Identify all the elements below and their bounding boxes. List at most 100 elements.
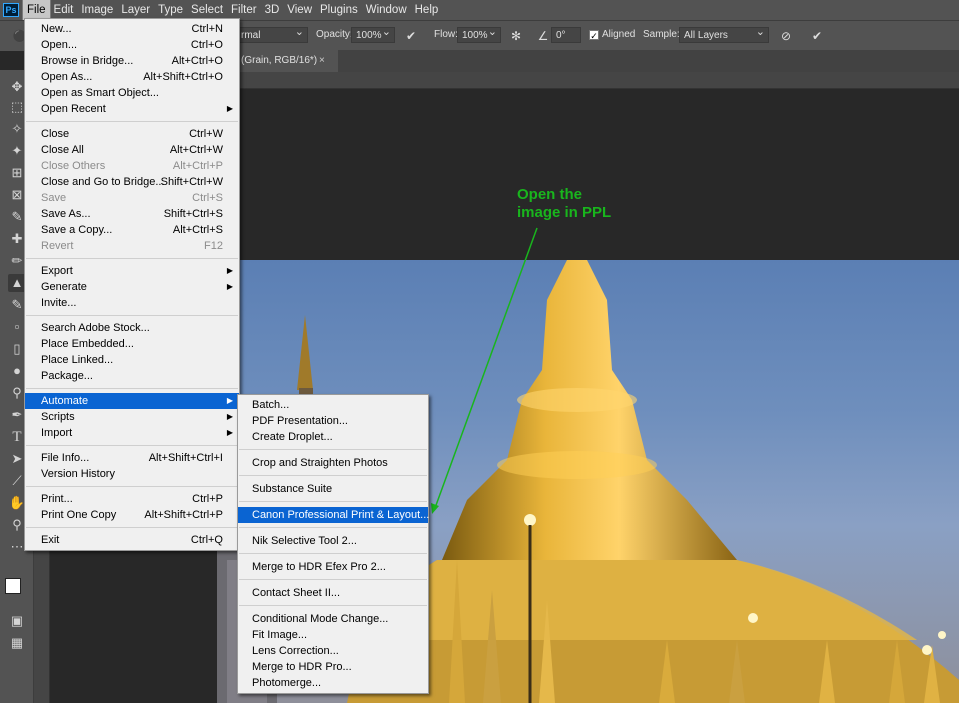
file-menu-item-print[interactable]: Print... Ctrl+P — [25, 491, 239, 507]
pressure-opacity-icon[interactable]: ✔ — [403, 28, 419, 44]
automate-item-fit-image[interactable]: Fit Image... — [238, 627, 428, 643]
automate-item-crop-and-straighten-photos[interactable]: Crop and Straighten Photos — [238, 455, 428, 471]
menu-item-shortcut: Alt+Shift+Ctrl+I — [148, 452, 223, 464]
annotation-callout: Open the image in PPL — [517, 186, 611, 222]
menu-item-label: Open Recent — [41, 103, 106, 115]
flow-label: Flow: — [434, 29, 458, 40]
file-menu-item-print-one-copy[interactable]: Print One Copy Alt+Shift+Ctrl+P — [25, 507, 239, 523]
annotation-line-1: Open the — [517, 186, 583, 203]
automate-item-batch[interactable]: Batch... — [238, 397, 428, 413]
file-menu-item-exit[interactable]: Exit Ctrl+Q — [25, 532, 239, 548]
aligned-label: Aligned — [602, 29, 636, 40]
menu-item-label: Exit — [41, 534, 60, 546]
menu-separator — [26, 445, 238, 446]
file-menu-item-close-and-go-to-bridge[interactable]: Close and Go to Bridge... Shift+Ctrl+W — [25, 174, 239, 190]
quick-mask-icon[interactable]: ▣ — [8, 612, 26, 630]
blend-mode-value: rmal — [241, 30, 261, 41]
file-menu-item-scripts[interactable]: Scripts ▶ — [25, 409, 239, 425]
file-menu-item-place-embedded[interactable]: Place Embedded... — [25, 336, 239, 352]
file-menu-item-open-as-smart-object[interactable]: Open as Smart Object... — [25, 85, 239, 101]
ignore-adjustment-layers-icon[interactable]: ⊘ — [778, 28, 794, 44]
close-icon[interactable]: × — [319, 50, 325, 72]
menu-image[interactable]: Image — [77, 0, 117, 20]
flow-field[interactable]: 100% — [457, 24, 501, 43]
photoshop-logo-icon: Ps — [3, 3, 19, 17]
menu-separator — [239, 553, 427, 554]
menu-item-shortcut: Alt+Ctrl+O — [171, 55, 223, 67]
screen-mode-icon[interactable]: ▦ — [8, 634, 26, 652]
file-menu-item-browse-in-bridge[interactable]: Browse in Bridge... Alt+Ctrl+O — [25, 53, 239, 69]
file-menu-item-automate[interactable]: Automate ▶ — [25, 393, 239, 409]
automate-item-contact-sheet-ii[interactable]: Contact Sheet II... — [238, 585, 428, 601]
file-menu-item-save-as[interactable]: Save As... Shift+Ctrl+S — [25, 206, 239, 222]
menu-type[interactable]: Type — [154, 0, 187, 20]
submenu-arrow-icon: ▶ — [226, 282, 233, 291]
aligned-checkbox[interactable]: ✓ — [589, 30, 599, 41]
menu-item-shortcut: Shift+Ctrl+W — [160, 176, 223, 188]
menu-item-shortcut: Ctrl+Q — [190, 534, 223, 546]
automate-item-merge-to-hdr-pro[interactable]: Merge to HDR Pro... — [238, 659, 428, 675]
automate-item-conditional-mode-change[interactable]: Conditional Mode Change... — [238, 611, 428, 627]
menu-filter[interactable]: Filter — [227, 0, 261, 20]
menu-separator — [239, 501, 427, 502]
menu-file[interactable]: File — [22, 0, 51, 21]
menu-select[interactable]: Select — [187, 0, 227, 20]
menu-bar: Ps File Edit Image Layer Type Select Filter 3D V… — [0, 0, 959, 21]
file-menu-item-new[interactable]: New... Ctrl+N — [25, 21, 239, 37]
sample-select[interactable]: All Layers — [679, 24, 769, 43]
pressure-size-icon[interactable]: ✔ — [809, 28, 825, 44]
blend-mode-select[interactable]: rmal — [236, 24, 308, 43]
menu-plugins[interactable]: Plugins — [316, 0, 362, 20]
file-menu-item-version-history[interactable]: Version History — [25, 466, 239, 482]
menu-item-label: Close and Go to Bridge... — [41, 176, 165, 188]
flow-value: 100% — [462, 30, 488, 41]
menu-separator — [26, 258, 238, 259]
automate-item-lens-correction[interactable]: Lens Correction... — [238, 643, 428, 659]
menu-item-label: New... — [41, 23, 72, 35]
airbrush-icon[interactable]: ✻ — [508, 28, 524, 44]
menu-view[interactable]: View — [283, 0, 316, 20]
menu-help[interactable]: Help — [411, 0, 443, 20]
file-menu-item-close-all[interactable]: Close All Alt+Ctrl+W — [25, 142, 239, 158]
automate-item-merge-to-hdr-efex-pro-2[interactable]: Merge to HDR Efex Pro 2... — [238, 559, 428, 575]
menu-edit[interactable]: Edit — [50, 0, 78, 20]
opacity-field[interactable]: 100% — [351, 24, 395, 43]
file-menu-item-close-others[interactable]: Close Others Alt+Ctrl+P — [25, 158, 239, 174]
file-menu-item-generate[interactable]: Generate ▶ — [25, 279, 239, 295]
menu-window[interactable]: Window — [362, 0, 411, 20]
foreground-color-swatch[interactable] — [5, 578, 21, 594]
submenu-arrow-icon: ▶ — [226, 412, 233, 421]
file-menu-item-place-linked[interactable]: Place Linked... — [25, 352, 239, 368]
file-menu-item-open[interactable]: Open... Ctrl+O — [25, 37, 239, 53]
file-menu-item-save-a-copy[interactable]: Save a Copy... Alt+Ctrl+S — [25, 222, 239, 238]
menu-item-label: Package... — [41, 370, 93, 382]
file-menu-item-invite[interactable]: Invite... — [25, 295, 239, 311]
menu-item-label: Version History — [41, 468, 115, 480]
file-menu-item-package[interactable]: Package... — [25, 368, 239, 384]
automate-item-photomerge[interactable]: Photomerge... — [238, 675, 428, 691]
file-menu-item-file-info[interactable]: File Info... Alt+Shift+Ctrl+I — [25, 450, 239, 466]
file-menu-item-import[interactable]: Import ▶ — [25, 425, 239, 441]
menu-layer[interactable]: Layer — [117, 0, 154, 20]
menu-item-label: Close — [41, 128, 70, 140]
menu-separator — [26, 388, 238, 389]
file-menu-item-close[interactable]: Close Ctrl+W — [25, 126, 239, 142]
automate-item-pdf-presentation[interactable]: PDF Presentation... — [238, 413, 428, 429]
file-menu-item-search-adobe-stock[interactable]: Search Adobe Stock... — [25, 320, 239, 336]
menu-item-label: Print One Copy — [41, 509, 117, 521]
file-menu-item-revert[interactable]: Revert F12 — [25, 238, 239, 254]
file-menu-item-export[interactable]: Export ▶ — [25, 263, 239, 279]
file-menu-item-save[interactable]: Save Ctrl+S — [25, 190, 239, 206]
automate-item-create-droplet[interactable]: Create Droplet... — [238, 429, 428, 445]
menu-item-label: Search Adobe Stock... — [41, 322, 150, 334]
menu-item-label: Generate — [41, 281, 87, 293]
automate-item-canon-professional-print-layout[interactable]: Canon Professional Print & Layout... — [238, 507, 429, 523]
file-menu-item-open-recent[interactable]: Open Recent ▶ — [25, 101, 239, 117]
automate-item-substance-suite[interactable]: Substance Suite — [238, 481, 428, 497]
menu-separator — [239, 449, 427, 450]
menu-3d[interactable]: 3D — [261, 0, 284, 20]
automate-item-nik-selective-tool-2[interactable]: Nik Selective Tool 2... — [238, 533, 428, 549]
menu-item-label: Export — [41, 265, 73, 277]
file-menu-item-open-as[interactable]: Open As... Alt+Shift+Ctrl+O — [25, 69, 239, 85]
angle-field[interactable]: 0° — [551, 27, 581, 43]
